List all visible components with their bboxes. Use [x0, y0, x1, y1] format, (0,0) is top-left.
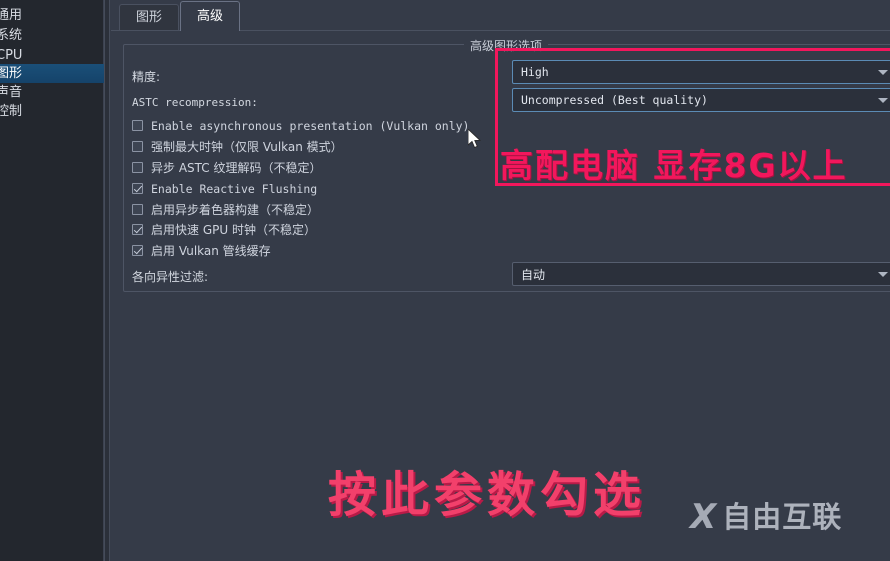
astc-recompression-label: ASTC recompression:: [132, 96, 258, 109]
sidebar-item-system[interactable]: 系统: [0, 26, 104, 45]
tab-graphics[interactable]: 图形: [119, 4, 180, 31]
checkbox-force-max-clock[interactable]: [132, 141, 143, 152]
checkbox-row-force-max-clock[interactable]: 强制最大时钟（仅限 Vulkan 模式）: [132, 138, 343, 155]
accuracy-dropdown-value: High: [521, 65, 549, 79]
chevron-down-icon: [878, 97, 888, 103]
anisotropic-filtering-label: 各向异性过滤:: [132, 270, 209, 284]
checkbox-label-fast-gpu-clock: 启用快速 GPU 时钟（不稳定）: [151, 223, 316, 237]
chevron-down-icon: [878, 69, 888, 75]
checkbox-label-force-max-clock: 强制最大时钟（仅限 Vulkan 模式）: [151, 140, 343, 154]
astc-recompression-dropdown-value: Uncompressed (Best quality): [521, 93, 708, 107]
anisotropic-filtering-dropdown[interactable]: 自动: [512, 262, 890, 286]
checkbox-label-vulkan-pipeline-cache: 启用 Vulkan 管线缓存: [151, 244, 271, 258]
accuracy-label: 精度:: [132, 70, 161, 84]
checkbox-async-astc-decode[interactable]: [132, 162, 143, 173]
settings-window: 通用 系统 CPU 图形 声音 控制 图形 高级 高级图形选项 精度: ASTC…: [0, 0, 890, 561]
checkbox-row-async-shader-build[interactable]: 启用异步着色器构建（不稳定）: [132, 201, 319, 218]
checkbox-row-async-astc-decode[interactable]: 异步 ASTC 纹理解码（不稳定）: [132, 159, 321, 176]
sidebar-item-audio[interactable]: 声音: [0, 83, 104, 102]
mouse-cursor-icon: [468, 129, 482, 149]
sidebar-item-graphics[interactable]: 图形: [0, 64, 104, 83]
checkbox-row-fast-gpu-clock[interactable]: 启用快速 GPU 时钟（不稳定）: [132, 221, 316, 238]
chevron-down-icon: [878, 271, 888, 277]
sidebar-splitter[interactable]: [104, 0, 110, 561]
anisotropic-filtering-dropdown-value: 自动: [521, 267, 546, 282]
watermark-logo-icon: X: [690, 497, 717, 537]
checkbox-label-async-shader-build: 启用异步着色器构建（不稳定）: [151, 203, 320, 217]
checkbox-fast-gpu-clock[interactable]: [132, 224, 143, 235]
annotation-text-top: 高配电脑 显存8G以上: [500, 146, 848, 185]
checkbox-label-async-presentation: Enable asynchronous presentation (Vulkan…: [151, 118, 470, 133]
checkbox-label-async-astc-decode: 异步 ASTC 纹理解码（不稳定）: [151, 161, 322, 175]
groupbox-title: 高级图形选项: [464, 37, 549, 54]
sidebar-item-cpu[interactable]: CPU: [0, 46, 104, 65]
checkbox-async-shader-build[interactable]: [132, 204, 143, 215]
watermark: X 自由互联: [690, 500, 842, 534]
checkbox-async-presentation[interactable]: [132, 120, 143, 131]
accuracy-dropdown[interactable]: High: [512, 60, 890, 84]
annotation-text-bottom: 按此参数勾选: [328, 467, 647, 523]
tab-bar: 图形 高级: [111, 0, 890, 31]
sidebar-item-controls[interactable]: 控制: [0, 102, 104, 121]
checkbox-vulkan-pipeline-cache[interactable]: [132, 245, 143, 256]
category-sidebar: 通用 系统 CPU 图形 声音 控制: [0, 0, 104, 561]
checkbox-reactive-flushing[interactable]: [132, 183, 143, 194]
checkbox-row-vulkan-pipeline-cache[interactable]: 启用 Vulkan 管线缓存: [132, 242, 271, 259]
astc-recompression-dropdown[interactable]: Uncompressed (Best quality): [512, 88, 890, 112]
watermark-text: 自由互联: [722, 499, 843, 534]
sidebar-item-general[interactable]: 通用: [0, 6, 104, 25]
checkbox-label-reactive-flushing: Enable Reactive Flushing: [151, 181, 318, 196]
checkbox-row-async-presentation[interactable]: Enable asynchronous presentation (Vulkan…: [132, 117, 470, 134]
tab-advanced[interactable]: 高级: [180, 1, 241, 31]
checkbox-row-reactive-flushing[interactable]: Enable Reactive Flushing: [132, 180, 317, 197]
